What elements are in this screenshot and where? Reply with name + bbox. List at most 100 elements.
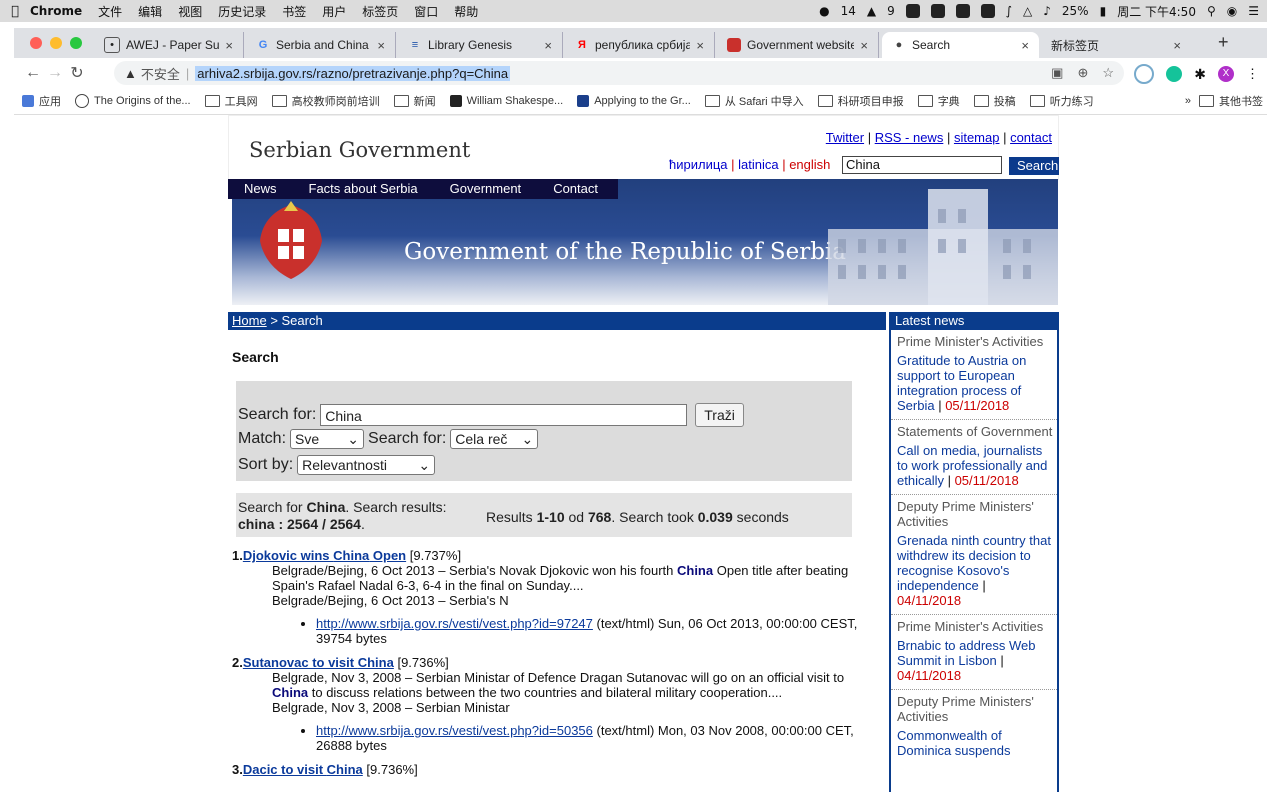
zoom-window-button[interactable] (70, 37, 82, 49)
tab-government-website[interactable]: Government website × (717, 32, 879, 58)
bookmark-folder-research[interactable]: 科研项目申报 (817, 93, 904, 109)
nav-government[interactable]: Government (434, 179, 538, 199)
warning-icon[interactable]: ▲ (124, 66, 137, 81)
calendar-icon[interactable] (930, 4, 945, 18)
tab-google-search[interactable]: G Serbia and China - G × (246, 32, 396, 58)
bookmark-folder-news[interactable]: 新闻 (393, 93, 436, 109)
close-tab-icon[interactable]: × (1021, 38, 1029, 53)
reload-icon[interactable]: ↻ (66, 63, 88, 83)
wifi-icon[interactable]: △ (1023, 4, 1032, 18)
spotlight-icon[interactable]: ⚲ (1207, 4, 1216, 18)
menu-tab[interactable]: 标签页 (362, 3, 398, 20)
zoom-icon[interactable]: ⊕ (1077, 65, 1088, 81)
bookmark-origins[interactable]: The Origins of the... (75, 94, 191, 108)
close-tab-icon[interactable]: × (377, 38, 385, 53)
tab-awej[interactable]: • AWEJ - Paper Submi × (94, 32, 244, 58)
menu-profiles[interactable]: 用户 (322, 3, 346, 20)
bag-icon[interactable] (980, 4, 995, 18)
lang-latin-link[interactable]: latinica (738, 157, 778, 172)
forward-icon[interactable]: → (44, 64, 66, 82)
tab-yandex[interactable]: Я република србија – × (565, 32, 715, 58)
bookmark-apps[interactable]: 应用 (22, 93, 61, 109)
minimize-window-button[interactable] (50, 37, 62, 49)
extension-icon[interactable] (1134, 64, 1155, 84)
menu-view[interactable]: 视图 (178, 3, 202, 20)
grammarly-icon[interactable] (1166, 66, 1183, 82)
status-app-icon[interactable] (905, 4, 920, 18)
battery-icon[interactable]: ▮ (1100, 4, 1107, 18)
lang-cyrillic-link[interactable]: ћирилица (669, 157, 728, 172)
result-title-link[interactable]: Dacic to visit China (243, 762, 363, 777)
bell-icon[interactable]: ▲ (867, 4, 876, 18)
tab-search-active[interactable]: ● Search × (882, 32, 1039, 58)
header-search-input[interactable]: China (842, 156, 1002, 174)
close-tab-icon[interactable]: × (225, 38, 233, 53)
control-center-icon[interactable]: ☰ (1248, 4, 1259, 18)
breadcrumb-home-link[interactable]: Home (232, 313, 267, 328)
back-icon[interactable]: ← (22, 64, 44, 82)
insecure-label[interactable]: 不安全 (141, 64, 180, 83)
twitter-link[interactable]: Twitter (826, 130, 864, 145)
menu-help[interactable]: 帮助 (454, 3, 478, 20)
result-title-link[interactable]: Sutanovac to visit China (243, 655, 394, 670)
menu-file[interactable]: 文件 (98, 3, 122, 20)
menu-window[interactable]: 窗口 (414, 3, 438, 20)
bookmark-folder-training[interactable]: 高校教师岗前培训 (271, 93, 380, 109)
search-submit-button[interactable]: Traži (695, 403, 744, 427)
menu-edit[interactable]: 编辑 (138, 3, 162, 20)
wechat-icon[interactable]: ● (819, 4, 829, 18)
news-headline-link[interactable]: Brnabic to address Web Summit in Lisbon (897, 638, 1036, 668)
bookmark-folder-safari[interactable]: 从 Safari 中导入 (704, 93, 804, 109)
volume-icon[interactable]: ♪ (1043, 4, 1051, 18)
nav-contact[interactable]: Contact (537, 179, 614, 199)
rss-link[interactable]: RSS - news (875, 130, 944, 145)
bookmark-folder-submission[interactable]: 投稿 (973, 93, 1016, 109)
clock[interactable]: 周二 下午4:50 (1117, 3, 1196, 20)
tab-libgen[interactable]: ≡ Library Genesis × (398, 32, 563, 58)
apple-icon[interactable]:  (0, 4, 30, 19)
bookmark-folder-tools[interactable]: 工具网 (204, 93, 258, 109)
close-tab-icon[interactable]: × (860, 38, 868, 53)
close-tab-icon[interactable]: × (544, 38, 552, 53)
news-headline-link[interactable]: Commonwealth of Dominica suspends (897, 728, 1010, 758)
url-text[interactable]: arhiva2.srbija.gov.rs/razno/pretrazivanj… (195, 65, 511, 81)
close-window-button[interactable] (30, 37, 42, 49)
omnibox[interactable]: ▲ 不安全 | arhiva2.srbija.gov.rs/razno/pret… (114, 61, 1124, 85)
bookmarks-overflow-button[interactable]: » (1185, 95, 1191, 107)
bluetooth-icon[interactable]: ∫ (1006, 4, 1012, 18)
profile-avatar[interactable]: X (1218, 66, 1234, 82)
bookmark-folder-other[interactable]: 其他书签 (1199, 93, 1263, 109)
match-select[interactable]: Sve ⌄ (290, 429, 365, 449)
translate-icon[interactable]: ▣ (1051, 65, 1063, 81)
bookmark-star-icon[interactable]: ☆ (1102, 65, 1114, 81)
close-tab-icon[interactable]: × (696, 38, 704, 53)
battery-percent[interactable]: 25% (1062, 4, 1089, 18)
menu-bookmarks[interactable]: 书签 (282, 3, 306, 20)
bookmark-shakespeare[interactable]: William Shakespe... (449, 95, 563, 107)
header-search-button[interactable]: Search (1009, 157, 1059, 175)
result-url-link[interactable]: http://www.srbija.gov.rs/vesti/vest.php?… (316, 723, 593, 738)
close-tab-icon[interactable]: × (1173, 38, 1181, 53)
siri-icon[interactable]: ◉ (1227, 4, 1237, 18)
search-query-input[interactable]: China (320, 404, 688, 426)
bookmark-applying[interactable]: Applying to the Gr... (577, 95, 691, 107)
nav-facts[interactable]: Facts about Serbia (293, 179, 434, 199)
tab-new-tab[interactable]: 新标签页 × (1041, 32, 1191, 58)
nav-news[interactable]: News (228, 179, 293, 199)
word-mode-select[interactable]: Cela reč ⌄ (450, 429, 539, 449)
more-menu-icon[interactable]: ⋮ (1246, 66, 1259, 82)
puzzle-icon[interactable]: ✱ (1194, 66, 1206, 83)
menu-history[interactable]: 历史记录 (218, 3, 266, 20)
result-url-link[interactable]: http://www.srbija.gov.rs/vesti/vest.php?… (316, 616, 593, 631)
new-tab-button[interactable]: + (1218, 32, 1229, 53)
sitemap-link[interactable]: sitemap (954, 130, 1000, 145)
menu-app-name[interactable]: Chrome (30, 4, 82, 18)
lang-english-link[interactable]: english (789, 157, 830, 172)
news-headline-link[interactable]: Grenada ninth country that withdrew its … (897, 533, 1051, 593)
result-title-link[interactable]: Djokovic wins China Open (243, 548, 406, 563)
bookmark-folder-listening[interactable]: 听力练习 (1029, 93, 1094, 109)
bookmark-folder-dictionary[interactable]: 字典 (917, 93, 960, 109)
grid-icon[interactable] (955, 4, 970, 18)
contact-link[interactable]: contact (1010, 130, 1052, 145)
sort-select[interactable]: Relevantnosti ⌄ (297, 455, 436, 475)
